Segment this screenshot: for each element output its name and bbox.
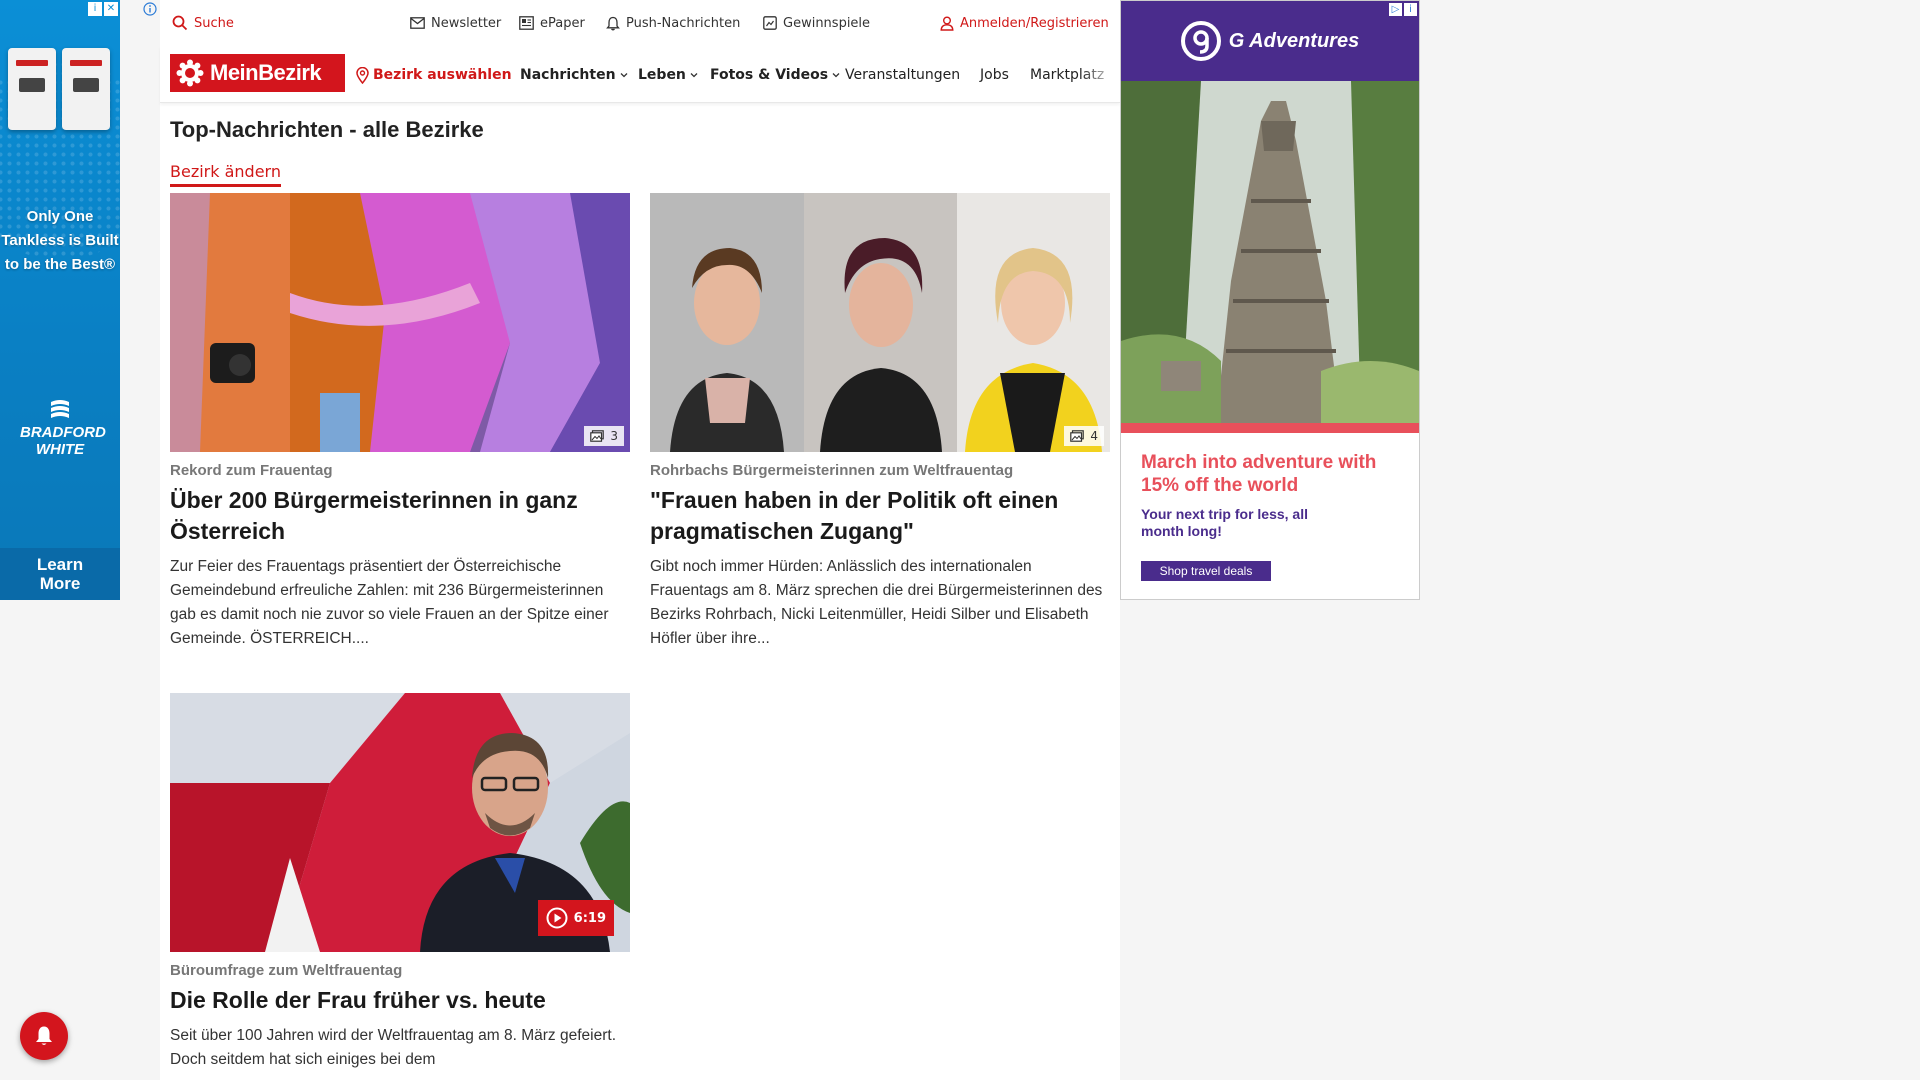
search-icon xyxy=(172,15,188,31)
epaper-link[interactable]: ePaper xyxy=(519,14,585,32)
ad-accent-stripe xyxy=(1121,423,1419,433)
ad-temple-photo xyxy=(1121,81,1419,423)
login-link[interactable]: Anmelden/Registrieren xyxy=(940,14,1109,32)
article-image[interactable]: 6:19 xyxy=(170,693,630,952)
ad-close-icon[interactable]: ✕ xyxy=(104,2,118,16)
ad-choices[interactable]: ▷ i xyxy=(1389,3,1417,16)
newsletter-label: Newsletter xyxy=(431,15,502,31)
ad-brand-logo: BRADFORD WHITE xyxy=(0,398,120,458)
main-content: Suche Newsletter ePaper Push-Nachrichten… xyxy=(160,0,1120,1080)
top-bar: Suche Newsletter ePaper Push-Nachrichten… xyxy=(160,0,1120,46)
chevron-down-icon xyxy=(690,73,698,78)
heater-image xyxy=(62,48,110,130)
ad-header: G Adventures xyxy=(1121,1,1419,81)
gallery-count: 4 xyxy=(1090,429,1098,443)
gallery-badge: 4 xyxy=(1064,426,1104,446)
nav-item-label: Jobs xyxy=(980,67,1009,83)
article-teaser: Gibt noch immer Hürden: Anlässlich des i… xyxy=(650,558,1103,647)
bell-icon xyxy=(36,1026,52,1045)
shop-travel-deals-button[interactable]: Shop travel deals xyxy=(1141,561,1271,581)
chevron-down-icon xyxy=(832,73,840,78)
g-adventures-logo-icon xyxy=(1180,21,1221,61)
gallery-icon xyxy=(1070,430,1085,442)
ad-learn-more-label: Learn More xyxy=(36,555,84,593)
location-pin-icon xyxy=(356,66,369,84)
ad-play-icon[interactable]: ▷ xyxy=(1389,3,1402,16)
push-notifications-label: Push-Nachrichten xyxy=(626,15,741,31)
nav-item-veranstaltungen[interactable]: Veranstaltungen xyxy=(845,66,960,84)
article-headline[interactable]: Die Rolle der Frau früher vs. heute xyxy=(170,985,630,1016)
ad-info-icon[interactable]: i xyxy=(1404,3,1417,16)
district-select[interactable]: Bezirk auswählen xyxy=(356,66,512,84)
notification-bell-button[interactable] xyxy=(20,1012,68,1060)
nav-item-jobs[interactable]: Jobs xyxy=(980,66,1009,84)
gift-icon xyxy=(763,16,777,30)
article-card[interactable]: 3 Rekord zum Frauentag Über 200 Bürgerme… xyxy=(170,193,630,651)
nav-item-label: Fotos & Videos xyxy=(710,67,829,83)
nav-item-leben[interactable]: Leben xyxy=(638,66,698,84)
article-kicker: Rohrbachs Bürgermeisterinnen zum Weltfra… xyxy=(650,462,1014,479)
ad-learn-more-button[interactable]: Learn More xyxy=(0,548,120,600)
nav-scroll-fade xyxy=(1080,54,1120,98)
article-card[interactable]: 6:19 Büroumfrage zum Weltfrauentag Die R… xyxy=(170,693,630,1072)
ad-left-bradford-white[interactable]: i ✕ Only One Tankless is Built to be the… xyxy=(0,0,120,600)
nav-item-label: Leben xyxy=(638,67,686,83)
article-kicker: Rekord zum Frauentag xyxy=(170,462,333,479)
page-title: Top-Nachrichten - alle Bezirke xyxy=(170,117,484,142)
change-district-tab[interactable]: Bezirk ändern xyxy=(170,162,281,187)
heater-image xyxy=(8,48,56,130)
ad-choices[interactable]: i ✕ xyxy=(88,2,118,16)
bell-icon xyxy=(606,16,620,30)
logo-sun-icon xyxy=(176,59,204,87)
three-mayors-portrait-image xyxy=(650,193,1110,452)
site-logo[interactable]: MeinBezirk xyxy=(170,54,345,92)
push-notifications-link[interactable]: Push-Nachrichten xyxy=(606,14,740,32)
nav-item-label: Veranstaltungen xyxy=(845,67,961,83)
mayan-temple-image xyxy=(1121,81,1419,423)
ad-offer-subline: Your next trip for less, all month long! xyxy=(1141,506,1309,539)
newsletter-link[interactable]: Newsletter xyxy=(410,14,501,32)
mail-icon xyxy=(410,17,425,29)
bradford-logo-icon xyxy=(51,400,69,418)
nav-item-label: Nachrichten xyxy=(520,67,616,83)
article-kicker: Büroumfrage zum Weltfrauentag xyxy=(170,962,403,979)
district-select-label: Bezirk auswählen xyxy=(373,67,512,83)
search-link[interactable]: Suche xyxy=(172,14,234,32)
article-card[interactable]: 4 Rohrbachs Bürgermeisterinnen zum Weltf… xyxy=(650,193,1110,651)
nav-item-fotos-videos[interactable]: Fotos & Videos xyxy=(710,66,840,84)
gallery-count: 3 xyxy=(610,429,618,443)
login-label: Anmelden/Registrieren xyxy=(960,15,1109,31)
search-label: Suche xyxy=(194,15,234,31)
article-teaser: Seit über 100 Jahren wird der Weltfrauen… xyxy=(170,1027,616,1068)
women-hugging-image xyxy=(170,193,630,452)
main-navigation: MeinBezirk Bezirk auswählen Nachrichten … xyxy=(160,46,1120,103)
contests-label: Gewinnspiele xyxy=(783,15,871,31)
epaper-label: ePaper xyxy=(540,15,585,31)
gallery-icon xyxy=(590,430,605,442)
article-teaser: Zur Feier des Frauentags präsentiert der… xyxy=(170,558,609,647)
ad-info-icon[interactable]: i xyxy=(88,2,102,16)
video-duration-badge[interactable]: 6:19 xyxy=(537,900,614,936)
nav-item-nachrichten[interactable]: Nachrichten xyxy=(520,66,628,84)
ad-slogan: Only One Tankless is Built to be the Bes… xyxy=(1,208,119,273)
ad-brand-name: G Adventures xyxy=(1228,29,1360,52)
article-headline[interactable]: "Frauen haben in der Politik oft einen p… xyxy=(650,485,1110,547)
play-icon xyxy=(546,907,568,929)
chevron-down-icon xyxy=(620,73,628,78)
contests-link[interactable]: Gewinnspiele xyxy=(763,14,870,32)
user-icon xyxy=(940,16,954,31)
ad-offer-headline: March into adventure with 15% off the wo… xyxy=(1141,452,1377,496)
ad-brand-name: BRADFORD WHITE xyxy=(20,424,106,458)
article-image[interactable]: 3 xyxy=(170,193,630,452)
ad-right-g-adventures[interactable]: G Adventures ▷ i March into adventure wi… xyxy=(1120,0,1420,600)
info-icon[interactable] xyxy=(143,2,157,16)
article-headline[interactable]: Über 200 Bürgermeisterinnen in ganz Öste… xyxy=(170,485,630,547)
gallery-badge: 3 xyxy=(584,426,624,446)
newspaper-icon xyxy=(519,16,534,30)
article-image[interactable]: 4 xyxy=(650,193,1110,452)
video-duration: 6:19 xyxy=(573,910,606,926)
logo-text: MeinBezirk xyxy=(210,60,322,85)
